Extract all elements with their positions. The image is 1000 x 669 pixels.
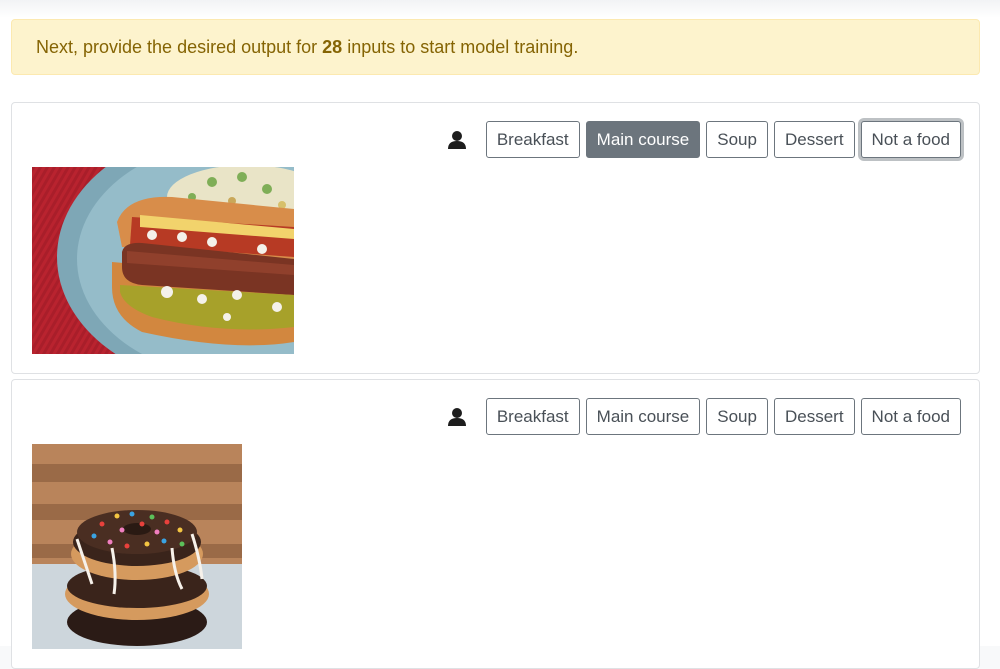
- label-button-breakfast[interactable]: Breakfast: [485, 121, 580, 158]
- input-card: Breakfast Main course Soup Dessert Not a…: [11, 379, 980, 669]
- user-icon: [446, 129, 468, 151]
- label-button-soup[interactable]: Soup: [706, 121, 768, 158]
- top-shadow: [0, 0, 1000, 18]
- label-button-not-a-food[interactable]: Not a food: [860, 398, 961, 435]
- label-toolbar: Breakfast Main course Soup Dessert Not a…: [446, 398, 961, 435]
- page: Next, provide the desired output for 28 …: [0, 0, 1000, 669]
- alert-count: 28: [322, 36, 343, 57]
- label-toolbar: Breakfast Main course Soup Dessert Not a…: [446, 121, 961, 158]
- alert-prefix: Next, provide the desired output for: [36, 36, 318, 57]
- hot-dog-photo: [32, 167, 294, 354]
- training-alert: Next, provide the desired output for 28 …: [11, 19, 980, 75]
- label-button-main-course[interactable]: Main course: [585, 121, 701, 158]
- user-icon: [446, 406, 468, 428]
- label-button-dessert[interactable]: Dessert: [773, 121, 855, 158]
- label-button-breakfast[interactable]: Breakfast: [485, 398, 580, 435]
- label-button-not-a-food[interactable]: Not a food: [860, 121, 961, 158]
- donuts-photo: [32, 444, 242, 649]
- label-button-dessert[interactable]: Dessert: [773, 398, 855, 435]
- label-button-soup[interactable]: Soup: [706, 398, 768, 435]
- alert-suffix: inputs to start model training.: [347, 36, 579, 57]
- label-button-main-course[interactable]: Main course: [585, 398, 701, 435]
- input-card: Breakfast Main course Soup Dessert Not a…: [11, 102, 980, 374]
